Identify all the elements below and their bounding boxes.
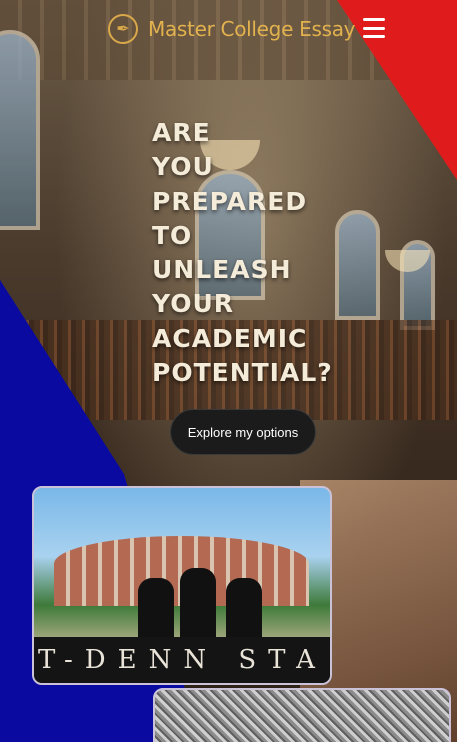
headline-line: YOU bbox=[152, 152, 214, 182]
background-window bbox=[0, 30, 40, 230]
headline-line: UNLEASH bbox=[152, 255, 292, 285]
secondary-photo bbox=[153, 688, 451, 742]
headline-line: ACADEMIC bbox=[152, 323, 308, 353]
headline-line: POTENTIAL? bbox=[152, 358, 333, 388]
graduates-photo: T-DENN STA bbox=[32, 486, 332, 685]
quill-icon[interactable]: ✒ bbox=[108, 14, 138, 44]
headline-line: TO bbox=[152, 220, 193, 250]
headline-line: PREPARED bbox=[152, 186, 308, 216]
headline-line: YOUR bbox=[152, 289, 235, 319]
headline-line: ARE bbox=[152, 118, 211, 147]
site-header: ✒ Master College Essay bbox=[0, 0, 457, 58]
hamburger-menu-icon[interactable] bbox=[363, 18, 385, 38]
hero-headline: ARE YOU PREPARED TO UNLEASH YOUR ACADEMI… bbox=[152, 116, 392, 390]
brand-name[interactable]: Master College Essay bbox=[148, 17, 356, 41]
explore-options-button[interactable]: Explore my options bbox=[170, 409, 316, 455]
photo-sign: T-DENN STA bbox=[34, 637, 330, 683]
hero-section: ✒ Master College Essay ARE YOU PREPARED … bbox=[0, 0, 457, 742]
